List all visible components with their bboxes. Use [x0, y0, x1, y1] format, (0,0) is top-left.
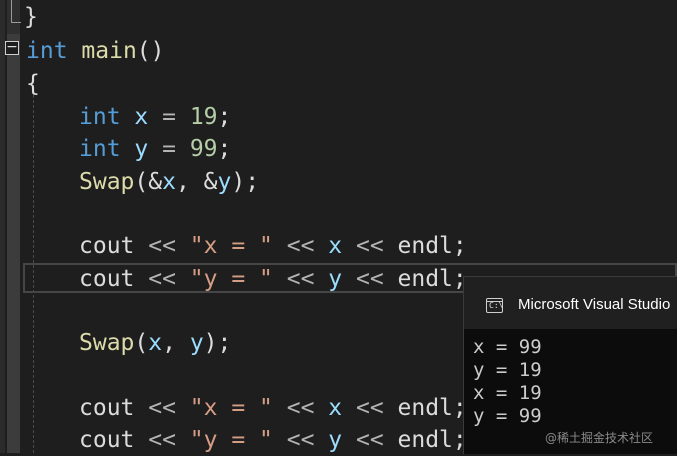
- code-token: int: [79, 136, 121, 162]
- code-token: x: [162, 169, 176, 195]
- code-token: int: [79, 104, 121, 130]
- code-token: <<: [272, 395, 329, 421]
- code-token: , &: [175, 169, 218, 195]
- code-line[interactable]: }: [24, 1, 38, 33]
- code-token: <<: [272, 427, 329, 453]
- code-line[interactable]: Swap(&x, &y);: [79, 166, 259, 198]
- code-token: <<: [134, 233, 190, 259]
- code-token: <<: [342, 427, 398, 453]
- code-token: );: [203, 330, 232, 356]
- fold-guide-line: [11, 0, 12, 22]
- code-line[interactable]: {: [26, 68, 40, 100]
- console-output-line: x = 99: [473, 336, 542, 358]
- code-token: (: [134, 330, 149, 356]
- code-token: <<: [134, 427, 190, 453]
- code-token: cout: [79, 427, 135, 453]
- code-token: Swap: [79, 330, 135, 356]
- code-token: endl: [397, 395, 453, 421]
- code-token: x: [134, 104, 149, 130]
- code-token: <<: [134, 266, 190, 292]
- console-title: Microsoft Visual Studio: [518, 296, 671, 313]
- console-icon-glyph: C:\: [489, 301, 504, 310]
- change-tracking-bar-top: [7, 0, 20, 34]
- code-token: =: [148, 136, 190, 162]
- code-token: ;: [452, 233, 467, 259]
- console-output-line: y = 99: [473, 405, 542, 427]
- code-token: ;: [217, 136, 232, 162]
- code-token: y: [217, 169, 232, 195]
- code-token: cout: [79, 233, 135, 259]
- code-token: );: [231, 169, 260, 195]
- code-line[interactable]: int x = 19;: [79, 101, 231, 133]
- code-line[interactable]: cout << "y = " << y << endl;: [79, 263, 467, 295]
- code-line[interactable]: Swap(x, y);: [79, 327, 231, 359]
- code-token: int: [26, 38, 68, 64]
- watermark: @稀土掘金技术社区: [545, 431, 654, 445]
- editor-margin: [0, 0, 5, 453]
- collapse-icon[interactable]: −: [5, 40, 19, 55]
- code-line[interactable]: cout << "x = " << x << endl;: [79, 392, 467, 424]
- code-token: y: [134, 136, 149, 162]
- code-token: <<: [272, 233, 329, 259]
- code-token: 99: [189, 136, 218, 162]
- code-token: Swap: [79, 169, 135, 195]
- code-token: y: [189, 330, 204, 356]
- code-token: cout: [79, 395, 135, 421]
- code-token: 19: [189, 104, 218, 130]
- code-token: <<: [342, 233, 398, 259]
- code-token: endl: [397, 266, 453, 292]
- code-token: y: [328, 427, 343, 453]
- console-output: x = 99 y = 19 x = 19 y = 99: [473, 336, 542, 428]
- code-line[interactable]: cout << "y = " << y << endl;: [79, 424, 467, 456]
- code-token: ,: [162, 330, 190, 356]
- code-token: endl: [397, 427, 453, 453]
- change-tracking-bar: [7, 0, 20, 453]
- code-token: x: [328, 395, 343, 421]
- code-token: "x = ": [189, 233, 273, 259]
- code-token: (&: [134, 169, 163, 195]
- code-token: <<: [272, 266, 329, 292]
- code-token: y: [328, 266, 343, 292]
- code-line[interactable]: cout << "x = " << x << endl;: [79, 230, 467, 262]
- code-token: x: [328, 233, 343, 259]
- code-token: }: [24, 4, 38, 30]
- debug-console-window[interactable]: C:\ Microsoft Visual Studio x = 99 y = 1…: [463, 276, 677, 454]
- console-output-line: x = 19: [473, 382, 542, 404]
- console-output-line: y = 19: [473, 359, 542, 381]
- fold-guide-end: [11, 22, 21, 23]
- code-token: ;: [217, 104, 232, 130]
- code-token: main: [81, 38, 137, 64]
- code-token: <<: [134, 395, 190, 421]
- code-token: x: [148, 330, 163, 356]
- code-token: (): [136, 38, 165, 64]
- code-token: =: [148, 104, 190, 130]
- code-token: <<: [342, 395, 398, 421]
- code-token: endl: [397, 233, 453, 259]
- code-token: {: [26, 71, 40, 97]
- code-token: <<: [342, 266, 398, 292]
- code-token: "y = ": [189, 427, 273, 453]
- code-token: "x = ": [189, 395, 273, 421]
- console-window-icon: C:\: [486, 298, 503, 313]
- code-line[interactable]: int main(): [26, 35, 165, 67]
- console-title-bar[interactable]: C:\ Microsoft Visual Studio: [464, 277, 677, 329]
- code-token: cout: [79, 266, 135, 292]
- code-token: "y = ": [189, 266, 273, 292]
- code-line[interactable]: int y = 99;: [79, 133, 231, 165]
